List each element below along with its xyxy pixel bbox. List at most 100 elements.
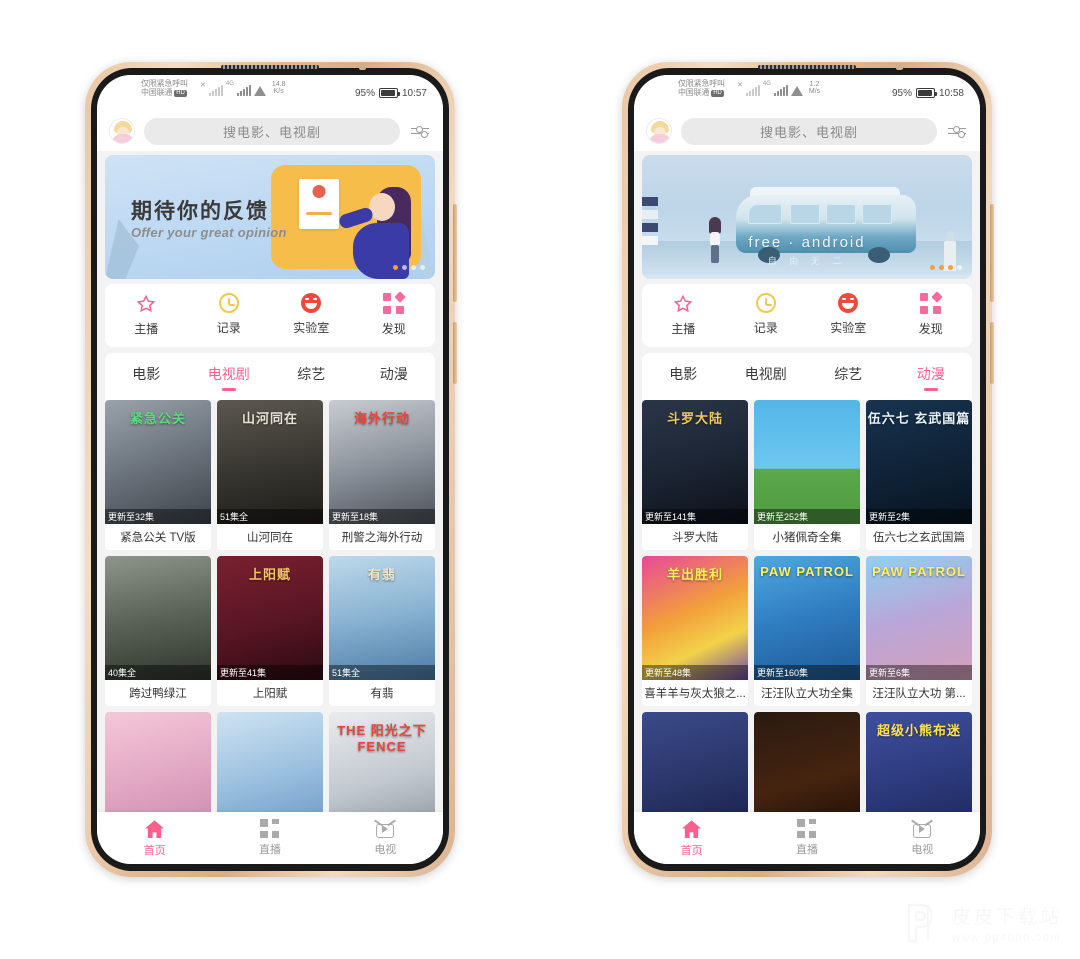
media-card[interactable]: PAW PATROL 更新至6集 汪汪队立大功 第... xyxy=(866,556,972,706)
banner-pagination-dots[interactable] xyxy=(393,265,425,270)
media-card[interactable]: 紧急公关 更新至32集 紧急公关 TV版 xyxy=(105,400,211,550)
settings-sliders-icon[interactable] xyxy=(946,126,968,138)
card-title: 斗罗大陆 xyxy=(672,532,718,544)
media-card[interactable]: 40集全 跨过鸭绿江 xyxy=(105,556,211,706)
quick-item-实验室[interactable]: 实验室 xyxy=(270,293,353,337)
poster-thumbnail[interactable]: 斗罗大陆 更新至141集 xyxy=(642,400,748,524)
media-card[interactable]: 海外行动 更新至18集 刑警之海外行动 xyxy=(329,400,435,550)
tv-icon xyxy=(911,819,933,838)
quick-actions-row: 主播 记录 实验室 发现 xyxy=(105,284,435,347)
media-card[interactable]: 上阳赋 更新至41集 上阳赋 xyxy=(217,556,323,706)
poster-thumbnail[interactable]: 伍六七 玄武国篇 更新至2集 xyxy=(866,400,972,524)
poster-artwork-title: PAW PATROL xyxy=(872,564,966,579)
battery-percent: 95% xyxy=(354,87,375,99)
carrier-info: 仅限紧急呼叫 中国联通 HD xyxy=(141,79,188,97)
bottom-nav-电视[interactable]: 电视 xyxy=(865,812,980,864)
search-input[interactable]: 搜电影、电视剧 xyxy=(681,117,937,145)
poster-thumbnail[interactable]: 有翡 51集全 xyxy=(329,556,435,680)
tv-icon xyxy=(374,819,396,838)
quick-item-实验室[interactable]: 实验室 xyxy=(807,293,890,337)
settings-sliders-icon[interactable] xyxy=(409,126,431,138)
banner-subtitle: 自 由 无 二 xyxy=(767,256,847,266)
poster-artwork-title: 山河同在 xyxy=(241,411,298,426)
poster-thumbnail[interactable]: 更新至252集 xyxy=(754,400,860,524)
power-button[interactable] xyxy=(990,322,994,384)
search-input[interactable]: 搜电影、电视剧 xyxy=(144,117,400,145)
side-strips-decoration xyxy=(642,197,658,249)
no-sim-icon: ✕ xyxy=(200,82,206,89)
star-icon xyxy=(135,293,157,314)
quick-item-记录[interactable]: 记录 xyxy=(725,293,808,337)
poster-thumbnail[interactable]: 40集全 xyxy=(105,556,211,680)
poster-artwork-title: 紧急公关 xyxy=(129,411,186,426)
signal-group: ✕ 4G 1.2 M/s xyxy=(737,81,820,96)
volume-button[interactable] xyxy=(453,204,457,302)
battery-percent: 95% xyxy=(891,87,912,99)
earpiece-speaker xyxy=(221,65,319,69)
avatar[interactable] xyxy=(109,118,135,144)
network-speed: 1.2 M/s xyxy=(808,81,821,96)
banner-pagination-dots[interactable] xyxy=(930,265,962,270)
media-card[interactable]: 羊出胜利 更新至48集 喜羊羊与灰太狼之... xyxy=(642,556,748,706)
quick-item-主播[interactable]: 主播 xyxy=(642,293,725,337)
power-button[interactable] xyxy=(453,322,457,384)
poster-thumbnail[interactable]: 海外行动 更新至18集 xyxy=(329,400,435,524)
poster-thumbnail[interactable]: 山河同在 51集全 xyxy=(217,400,323,524)
status-bar: 仅限紧急呼叫 中国联通 HD ✕ 4G 14.8 K/s 95% 10:57 xyxy=(97,75,443,111)
quick-item-主播[interactable]: 主播 xyxy=(105,293,188,337)
episode-badge: 40集全 xyxy=(105,665,211,680)
category-tab-综艺[interactable]: 综艺 xyxy=(807,364,890,391)
banner-form-illustration xyxy=(299,179,339,229)
quick-item-label: 主播 xyxy=(671,322,696,336)
earpiece-speaker xyxy=(758,65,856,69)
media-card[interactable]: 更新至252集 小猪佩奇全集 xyxy=(754,400,860,550)
category-tab-电视剧[interactable]: 电视剧 xyxy=(188,364,271,391)
avatar[interactable] xyxy=(646,118,672,144)
quick-item-记录[interactable]: 记录 xyxy=(188,293,271,337)
card-title: 汪汪队立大功 第... xyxy=(872,688,966,700)
media-card[interactable]: PAW PATROL 更新至160集 汪汪队立大功全集 xyxy=(754,556,860,706)
quick-item-label: 记录 xyxy=(753,321,778,335)
media-grid: 紧急公关 更新至32集 紧急公关 TV版 山河同在 51集全 山河同在 海外行动 更新… xyxy=(105,400,435,836)
poster-thumbnail[interactable]: 上阳赋 更新至41集 xyxy=(217,556,323,680)
volume-button[interactable] xyxy=(990,204,994,302)
poster-thumbnail[interactable]: PAW PATROL 更新至6集 xyxy=(866,556,972,680)
home-icon xyxy=(681,819,702,839)
category-tab-电影[interactable]: 电影 xyxy=(642,364,725,391)
episode-badge: 更新至32集 xyxy=(105,509,211,524)
bottom-nav-电视[interactable]: 电视 xyxy=(328,812,443,864)
bottom-nav-直播[interactable]: 直播 xyxy=(749,812,864,864)
tab-label: 电影 xyxy=(132,366,161,382)
promo-banner[interactable]: free · android 自 由 无 二 xyxy=(642,155,972,279)
bottom-nav-直播[interactable]: 直播 xyxy=(212,812,327,864)
category-tab-动漫[interactable]: 动漫 xyxy=(890,364,973,391)
media-card[interactable]: 有翡 51集全 有翡 xyxy=(329,556,435,706)
carrier-line-2: 中国联通 HD xyxy=(141,88,187,98)
card-title: 跨过鸭绿江 xyxy=(129,688,187,700)
phone-screen: 仅限紧急呼叫 中国联通 HD ✕ 4G 14.8 K/s 95% 10:57 搜电影… xyxy=(97,75,443,864)
banner-title: 期待你的反馈 xyxy=(131,200,269,223)
promo-banner[interactable]: 期待你的反馈 Offer your great opinion xyxy=(105,155,435,279)
quick-actions-row: 主播 记录 实验室 发现 xyxy=(642,284,972,347)
quick-item-发现[interactable]: 发现 xyxy=(890,291,973,337)
poster-thumbnail[interactable]: PAW PATROL 更新至160集 xyxy=(754,556,860,680)
bottom-nav-首页[interactable]: 首页 xyxy=(634,812,749,864)
tab-label: 电视剧 xyxy=(207,366,250,382)
media-card[interactable]: 伍六七 玄武国篇 更新至2集 伍六七之玄武国篇 xyxy=(866,400,972,550)
bottom-nav-label: 首页 xyxy=(680,844,703,857)
poster-artwork-title: 超级小熊布迷 xyxy=(876,723,961,738)
signal-group: ✕ 4G 14.8 K/s xyxy=(200,81,286,96)
poster-thumbnail[interactable]: 羊出胜利 更新至48集 xyxy=(642,556,748,680)
category-tab-电视剧[interactable]: 电视剧 xyxy=(725,364,808,391)
media-card[interactable]: 山河同在 51集全 山河同在 xyxy=(217,400,323,550)
quick-item-发现[interactable]: 发现 xyxy=(353,291,436,337)
poster-thumbnail[interactable]: 紧急公关更新至32集 xyxy=(105,400,211,524)
banner-title: free · android xyxy=(748,234,866,251)
card-title: 伍六七之玄武国篇 xyxy=(873,532,965,544)
episode-badge: 更新至48集 xyxy=(642,665,748,680)
category-tab-综艺[interactable]: 综艺 xyxy=(270,364,353,391)
category-tab-动漫[interactable]: 动漫 xyxy=(353,364,436,391)
bottom-nav-首页[interactable]: 首页 xyxy=(97,812,212,864)
media-card[interactable]: 斗罗大陆 更新至141集 斗罗大陆 xyxy=(642,400,748,550)
category-tab-电影[interactable]: 电影 xyxy=(105,364,188,391)
